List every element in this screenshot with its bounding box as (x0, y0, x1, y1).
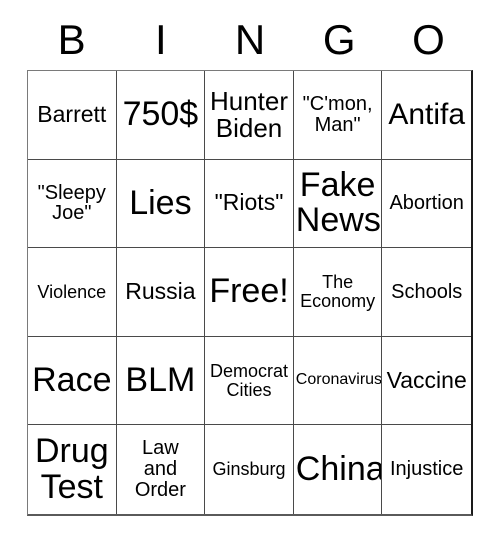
bingo-cell[interactable]: Drug Test (28, 425, 117, 514)
bingo-cell[interactable]: Abortion (382, 159, 471, 249)
bingo-cell[interactable]: Hunter Biden (205, 71, 294, 160)
bingo-cell-label: Lies (129, 183, 192, 222)
bingo-cell-label: "C'mon, Man" (302, 93, 373, 136)
bingo-cell-label: Antifa (388, 98, 466, 132)
bingo-cell-label: Abortion (389, 191, 464, 214)
bingo-cell[interactable]: Democrat Cities (205, 336, 294, 426)
bingo-cell-label: Race (32, 360, 112, 399)
bingo-cell[interactable]: "Sleepy Joe" (28, 159, 117, 249)
bingo-cell-label: Russia (125, 278, 196, 305)
bingo-card: B I N G O Barrett 750$ Hunter Biden "C'mon,… (0, 0, 500, 544)
bingo-cell-label: 750$ (122, 95, 199, 134)
bingo-cell[interactable]: Ginsburg (205, 425, 294, 514)
bingo-cell-label: Hunter Biden (209, 85, 289, 143)
bingo-cell[interactable]: Race (28, 336, 117, 426)
bingo-cell[interactable]: The Economy (293, 248, 383, 337)
bingo-cell[interactable]: Schools (382, 248, 471, 337)
bingo-cell-label: Fake News (295, 166, 381, 240)
bingo-cell[interactable]: China (293, 425, 383, 514)
bingo-cell[interactable]: Russia (116, 248, 206, 337)
bingo-cell-label: Vaccine (386, 366, 467, 393)
header-letter-b: B (57, 16, 86, 63)
header-letter-i: I (154, 16, 167, 63)
bingo-cell[interactable]: BLM (116, 336, 206, 426)
header-letter-o: O (412, 16, 445, 63)
bingo-cell-label: Free! (209, 272, 289, 311)
bingo-cell-label: BLM (125, 360, 196, 399)
bingo-cell[interactable]: "C'mon, Man" (293, 71, 383, 160)
bingo-cell[interactable]: Violence (28, 248, 117, 337)
bingo-grid: Barrett 750$ Hunter Biden "C'mon, Man" Antif… (27, 70, 473, 516)
bingo-header: B I N G O (27, 12, 473, 68)
bingo-cell[interactable]: Injustice (382, 425, 471, 514)
bingo-cell[interactable]: 750$ (116, 71, 206, 160)
bingo-cell[interactable]: Law and Order (116, 425, 206, 514)
bingo-cell-label: Injustice (390, 458, 464, 481)
bingo-cell[interactable]: Coronavirus (293, 336, 383, 426)
bingo-cell[interactable]: "Riots" (205, 159, 294, 249)
bingo-cell-label: Schools (391, 280, 463, 303)
bingo-cell[interactable]: Antifa (382, 71, 471, 160)
bingo-cell-label: China (295, 450, 383, 488)
bingo-cell[interactable]: Barrett (28, 71, 117, 160)
bingo-cell-label: Coronavirus (295, 371, 383, 389)
bingo-cell[interactable]: Free! (205, 248, 294, 337)
header-letter-g: G (322, 16, 356, 63)
bingo-cell-label: Ginsburg (212, 459, 286, 480)
bingo-cell-label: Barrett (37, 100, 107, 127)
bingo-cell-label: The Economy (300, 272, 376, 311)
bingo-cell[interactable]: Fake News (293, 159, 383, 249)
bingo-cell-label: Drug Test (34, 432, 109, 506)
bingo-cell-label: Democrat Cities (209, 360, 288, 400)
bingo-cell-label: Violence (37, 281, 107, 302)
bingo-cell[interactable]: Lies (116, 159, 206, 249)
bingo-cell-label: "Sleepy Joe" (37, 181, 106, 225)
bingo-cell-label: Law and Order (134, 437, 186, 502)
bingo-cell[interactable]: Vaccine (382, 336, 471, 426)
header-letter-n: N (234, 16, 266, 63)
bingo-cell-label: "Riots" (214, 189, 284, 216)
